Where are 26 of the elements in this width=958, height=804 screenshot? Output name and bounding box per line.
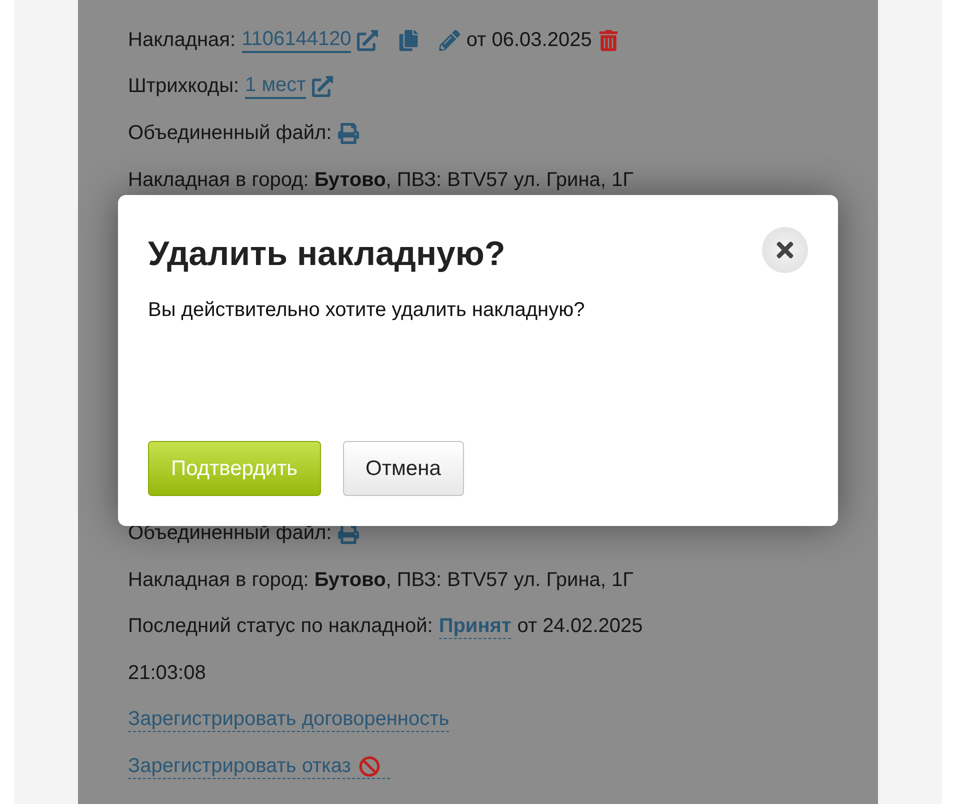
- status-time: 21:03:08: [128, 662, 206, 685]
- destination-text: Накладная в город: Бутово, ПВЗ: BTV57 ул. Грина, 1Г: [128, 568, 634, 592]
- last-status-label: Последний статус по накладной:: [128, 615, 433, 638]
- confirm-button[interactable]: Подтвердить: [148, 441, 321, 496]
- merged-file-label: Объединенный файл:: [128, 522, 332, 546]
- status-link[interactable]: Принят: [438, 614, 512, 639]
- cancel-button[interactable]: Отмена: [342, 441, 464, 496]
- barcodes-label: Штрихкоды:: [128, 75, 240, 98]
- dialog-message: Вы действительно хотите удалить накладную?: [148, 299, 586, 322]
- merged-file-label: Объединенный файл:: [128, 122, 332, 145]
- action-link[interactable]: Зарегистрировать договоренность: [128, 708, 450, 732]
- waybill-number-link[interactable]: 1106144120: [242, 28, 352, 53]
- destination-text: Накладная в город: Бутово, ПВЗ: BTV57 ул. Грина, 1Г: [128, 168, 634, 192]
- copy-icon[interactable]: [398, 30, 420, 51]
- external-link-icon[interactable]: [312, 76, 333, 98]
- status-date: от 24.02.2025: [517, 615, 643, 638]
- close-button[interactable]: [762, 227, 808, 273]
- barcodes-link[interactable]: 1 мест: [245, 74, 306, 100]
- external-link-icon[interactable]: [357, 30, 378, 51]
- ban-icon: [358, 756, 380, 777]
- action-link[interactable]: Зарегистрировать отказ: [128, 754, 390, 779]
- dialog-title: Удалить накладную?: [148, 235, 506, 274]
- pencil-icon[interactable]: [439, 30, 460, 51]
- waybill-date: от 06.03.2025: [466, 28, 592, 52]
- trash-icon[interactable]: [598, 30, 619, 51]
- waybill-label: Накладная:: [128, 28, 236, 52]
